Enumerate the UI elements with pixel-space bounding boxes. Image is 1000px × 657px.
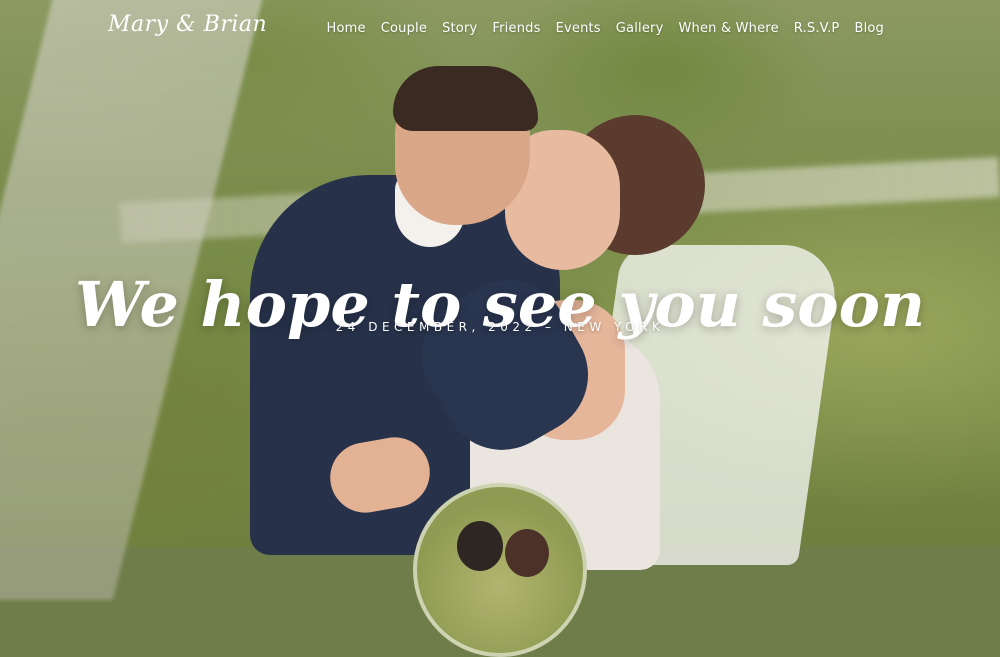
main-nav: Home Couple Story Friends Events Gallery… (327, 21, 884, 36)
nav-item-friends[interactable]: Friends (492, 21, 540, 36)
top-navbar: Mary & Brian Home Couple Story Friends E… (0, 0, 1000, 60)
nav-item-home[interactable]: Home (327, 21, 366, 36)
nav-item-rsvp[interactable]: R.S.V.P (794, 21, 840, 36)
nav-item-gallery[interactable]: Gallery (616, 21, 664, 36)
groom-hair-shape (393, 66, 538, 131)
nav-item-when-where[interactable]: When & Where (678, 21, 778, 36)
hero-subtitle: 24 DECEMBER, 2022 – NEW YORK (335, 320, 665, 334)
nav-item-couple[interactable]: Couple (381, 21, 427, 36)
site-logo[interactable]: Mary & Brian (108, 12, 267, 37)
nav-item-events[interactable]: Events (556, 21, 601, 36)
couple-circle-photo (413, 483, 587, 657)
nav-item-story[interactable]: Story (442, 21, 477, 36)
nav-item-blog[interactable]: Blog (854, 21, 884, 36)
mini-photo-groom-shape (457, 521, 503, 571)
mini-photo-bride-shape (505, 529, 549, 577)
